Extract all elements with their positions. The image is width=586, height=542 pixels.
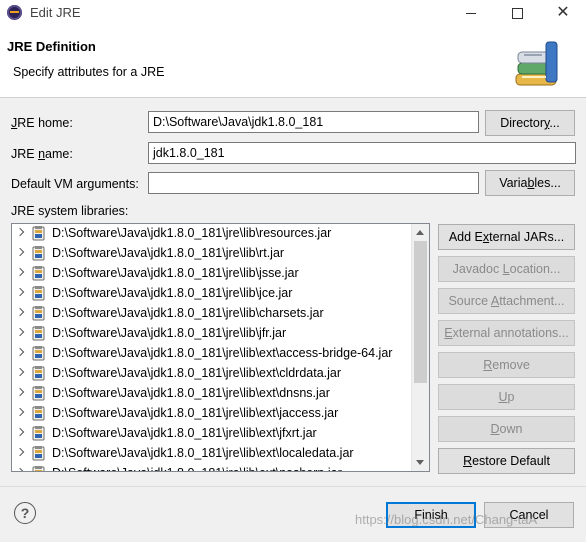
scrollbar-thumb[interactable] (414, 241, 427, 383)
jar-file-icon (32, 366, 45, 381)
restore-default-button[interactable]: Restore Default (438, 448, 575, 474)
jre-home-input[interactable]: D:\Software\Java\jdk1.8.0_181 (148, 111, 479, 133)
jar-file-icon (32, 306, 45, 321)
chevron-right-icon[interactable] (15, 247, 25, 257)
library-path: D:\Software\Java\jdk1.8.0_181\jre\lib\rt… (52, 246, 285, 260)
variables-button[interactable]: Variables... (485, 170, 575, 196)
banner-description: Specify attributes for a JRE (13, 65, 165, 79)
maximize-button[interactable] (494, 0, 540, 26)
library-path: D:\Software\Java\jdk1.8.0_181\jre\lib\js… (52, 266, 299, 280)
chevron-right-icon[interactable] (15, 447, 25, 457)
jar-file-icon (32, 326, 45, 341)
minimize-button[interactable] (448, 0, 494, 26)
title-bar: Edit JRE ✕ (0, 0, 586, 26)
remove-button[interactable]: Remove (438, 352, 575, 378)
jre-name-input[interactable]: jdk1.8.0_181 (148, 142, 576, 164)
library-path: D:\Software\Java\jdk1.8.0_181\jre\lib\ex… (52, 386, 330, 400)
library-path: D:\Software\Java\jdk1.8.0_181\jre\lib\ex… (52, 406, 339, 420)
library-path: D:\Software\Java\jdk1.8.0_181\jre\lib\ex… (52, 346, 393, 360)
vm-arguments-label: Default VM arguments: (11, 177, 139, 191)
chevron-right-icon[interactable] (15, 367, 25, 377)
library-path: D:\Software\Java\jdk1.8.0_181\jre\lib\ex… (52, 466, 342, 471)
chevron-right-icon[interactable] (15, 427, 25, 437)
scroll-down-icon[interactable] (416, 460, 424, 465)
javadoc-location-button[interactable]: Javadoc Location... (438, 256, 575, 282)
close-button[interactable]: ✕ (540, 0, 586, 26)
source-attachment-button[interactable]: Source Attachment... (438, 288, 575, 314)
directory-button[interactable]: Directory... (485, 110, 575, 136)
jre-library-books-icon (515, 41, 558, 86)
library-row[interactable]: D:\Software\Java\jdk1.8.0_181\jre\lib\re… (12, 224, 429, 244)
library-path: D:\Software\Java\jdk1.8.0_181\jre\lib\ch… (52, 306, 324, 320)
library-row[interactable]: D:\Software\Java\jdk1.8.0_181\jre\lib\ex… (12, 444, 429, 464)
chevron-right-icon[interactable] (15, 347, 25, 357)
chevron-right-icon[interactable] (15, 407, 25, 417)
jre-name-label: JRE name: (11, 147, 73, 161)
library-row[interactable]: D:\Software\Java\jdk1.8.0_181\jre\lib\ch… (12, 304, 429, 324)
add-external-jars-button[interactable]: Add External JARs... (438, 224, 575, 250)
watermark: https://blog.csdn.net/Chang-taA (355, 512, 538, 527)
jar-file-icon (32, 446, 45, 461)
chevron-right-icon[interactable] (15, 467, 25, 471)
library-path: D:\Software\Java\jdk1.8.0_181\jre\lib\ex… (52, 426, 317, 440)
banner-title: JRE Definition (7, 39, 96, 54)
library-row[interactable]: D:\Software\Java\jdk1.8.0_181\jre\lib\ex… (12, 424, 429, 444)
jre-home-label: JRE home: (11, 116, 73, 130)
jar-file-icon (32, 226, 45, 241)
library-row[interactable]: D:\Software\Java\jdk1.8.0_181\jre\lib\ex… (12, 404, 429, 424)
jar-file-icon (32, 386, 45, 401)
chevron-right-icon[interactable] (15, 307, 25, 317)
library-row[interactable]: D:\Software\Java\jdk1.8.0_181\jre\lib\ex… (12, 464, 429, 471)
vertical-scrollbar[interactable] (411, 224, 429, 471)
jar-file-icon (32, 346, 45, 361)
up-button[interactable]: Up (438, 384, 575, 410)
external-annotations-button[interactable]: External annotations... (438, 320, 575, 346)
down-button[interactable]: Down (438, 416, 575, 442)
vm-arguments-input[interactable] (148, 172, 479, 194)
window-title: Edit JRE (30, 5, 81, 20)
library-row[interactable]: D:\Software\Java\jdk1.8.0_181\jre\lib\js… (12, 264, 429, 284)
chevron-right-icon[interactable] (15, 227, 25, 237)
eclipse-icon (7, 5, 22, 20)
chevron-right-icon[interactable] (15, 267, 25, 277)
library-row[interactable]: D:\Software\Java\jdk1.8.0_181\jre\lib\ex… (12, 364, 429, 384)
library-path: D:\Software\Java\jdk1.8.0_181\jre\lib\ex… (52, 446, 354, 460)
library-row[interactable]: D:\Software\Java\jdk1.8.0_181\jre\lib\jf… (12, 324, 429, 344)
system-libraries-tree[interactable]: D:\Software\Java\jdk1.8.0_181\jre\lib\re… (11, 223, 430, 472)
jar-file-icon (32, 266, 45, 281)
library-path: D:\Software\Java\jdk1.8.0_181\jre\lib\jc… (52, 286, 293, 300)
library-path: D:\Software\Java\jdk1.8.0_181\jre\lib\jf… (52, 326, 287, 340)
jar-file-icon (32, 246, 45, 261)
library-path: D:\Software\Java\jdk1.8.0_181\jre\lib\re… (52, 226, 332, 240)
jar-file-icon (32, 286, 45, 301)
chevron-right-icon[interactable] (15, 287, 25, 297)
help-icon[interactable]: ? (14, 502, 36, 524)
scroll-up-icon[interactable] (416, 230, 424, 235)
library-row[interactable]: D:\Software\Java\jdk1.8.0_181\jre\lib\ex… (12, 384, 429, 404)
chevron-right-icon[interactable] (15, 327, 25, 337)
footer-separator (0, 486, 586, 487)
library-row[interactable]: D:\Software\Java\jdk1.8.0_181\jre\lib\jc… (12, 284, 429, 304)
jar-file-icon (32, 406, 45, 421)
jar-file-icon (32, 426, 45, 441)
library-row[interactable]: D:\Software\Java\jdk1.8.0_181\jre\lib\rt… (12, 244, 429, 264)
chevron-right-icon[interactable] (15, 387, 25, 397)
system-libraries-label: JRE system libraries: (11, 204, 129, 218)
library-path: D:\Software\Java\jdk1.8.0_181\jre\lib\ex… (52, 366, 342, 380)
header-banner: JRE Definition Specify attributes for a … (0, 26, 586, 98)
jar-file-icon (32, 466, 45, 471)
library-row[interactable]: D:\Software\Java\jdk1.8.0_181\jre\lib\ex… (12, 344, 429, 364)
